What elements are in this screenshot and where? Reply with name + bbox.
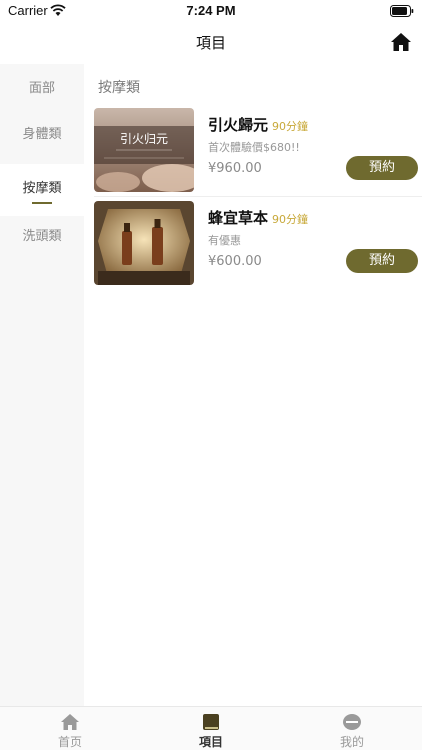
divider: [94, 196, 422, 197]
header: 項目: [0, 22, 422, 64]
book-icon: [203, 714, 219, 730]
sidebar-item-hair-wash[interactable]: 洗頭類: [0, 212, 84, 262]
sidebar-item-body[interactable]: 身體類: [0, 110, 84, 160]
tab-projects[interactable]: 項目: [141, 707, 281, 750]
service-name: 蜂宜草本: [208, 209, 269, 227]
home-icon: [61, 714, 79, 730]
tab-bar: 首页 項目 我的: [0, 706, 422, 750]
service-image: 引火归元: [94, 108, 194, 192]
profile-icon: [343, 714, 361, 730]
image-caption: 引火归元: [120, 132, 168, 146]
sidebar-item-label: 按摩類: [22, 181, 62, 196]
book-button[interactable]: 預約: [346, 156, 418, 180]
tab-label: 首页: [57, 735, 82, 749]
service-price: ¥600.00: [208, 254, 262, 269]
clock: 7:24 PM: [186, 3, 236, 18]
sidebar-item-face[interactable]: 面部: [0, 64, 84, 114]
sidebar-item-label: 身體類: [22, 127, 62, 142]
sidebar-item-massage[interactable]: 按摩類: [0, 164, 84, 216]
tab-label: 我的: [339, 735, 364, 749]
service-duration: 90分鐘: [272, 120, 308, 133]
sidebar-item-label: 面部: [28, 81, 55, 96]
service-description: 有優惠: [208, 234, 241, 247]
tab-label: 項目: [198, 735, 223, 749]
sidebar-item-label: 洗頭類: [22, 229, 62, 244]
service-card[interactable]: 蜂宜草本 90分鐘 有優惠 ¥600.00 預約: [94, 201, 422, 287]
tab-profile[interactable]: 我的: [282, 707, 422, 750]
service-name: 引火歸元: [208, 116, 269, 134]
service-duration: 90分鐘: [272, 213, 308, 226]
service-list: 按摩類 引火归元 引火歸元 90分鐘 首次體驗價$680!! ¥960.00 預…: [84, 64, 422, 706]
service-card[interactable]: 引火归元 引火歸元 90分鐘 首次體驗價$680!! ¥960.00 預約: [94, 108, 422, 197]
service-price: ¥960.00: [208, 161, 262, 176]
page-title: 項目: [195, 34, 226, 52]
section-title: 按摩類: [98, 80, 140, 96]
status-bar: Carrier 7:24 PM: [0, 0, 422, 22]
service-image: [94, 201, 194, 285]
tab-home[interactable]: 首页: [0, 707, 140, 750]
service-description: 首次體驗價$680!!: [208, 141, 300, 154]
battery-icon: [390, 5, 414, 17]
category-sidebar: 面部 身體類 按摩類 洗頭類: [0, 64, 84, 706]
home-icon[interactable]: [390, 32, 412, 52]
book-button[interactable]: 預約: [346, 249, 418, 273]
active-indicator: [32, 202, 52, 204]
